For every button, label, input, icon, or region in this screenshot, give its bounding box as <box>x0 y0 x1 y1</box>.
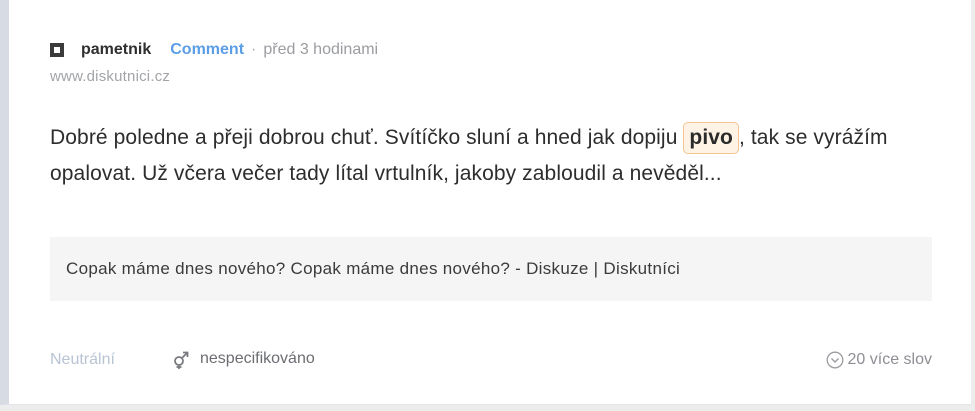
gender-label: nespecifikováno <box>200 350 315 367</box>
mention-text-before: Dobré poledne a přeji dobrou chuť. Svítí… <box>50 126 684 149</box>
author-name[interactable]: pametnik <box>81 41 151 59</box>
more-words-button[interactable]: 20 více slov <box>826 351 932 369</box>
link-preview[interactable]: Copak máme dnes nového? Copak máme dnes … <box>50 237 932 301</box>
more-words-label: 20 více slov <box>847 351 932 368</box>
mention-card: pametnik Comment · před 3 hodinami www.d… <box>0 0 971 405</box>
sentiment-label[interactable]: Neutrální <box>50 351 115 369</box>
timestamp: před 3 hodinami <box>263 41 379 58</box>
square-outline-icon <box>50 42 64 57</box>
separator-dot: · <box>251 41 257 58</box>
mention-type-link[interactable]: Comment <box>170 41 244 59</box>
source-domain[interactable]: www.diskutnici.cz <box>50 68 170 85</box>
mention-header: pametnik Comment · před 3 hodinami <box>50 38 378 62</box>
gender-info: nespecifikováno <box>172 349 315 369</box>
keyword-highlight: pivo <box>683 122 739 154</box>
link-preview-title: Copak máme dnes nového? Copak máme dnes … <box>66 259 681 278</box>
gender-icon <box>174 351 189 369</box>
mention-text: Dobré poledne a přeji dobrou chuť. Svítí… <box>50 120 940 192</box>
chevron-down-circle-icon <box>826 351 843 369</box>
